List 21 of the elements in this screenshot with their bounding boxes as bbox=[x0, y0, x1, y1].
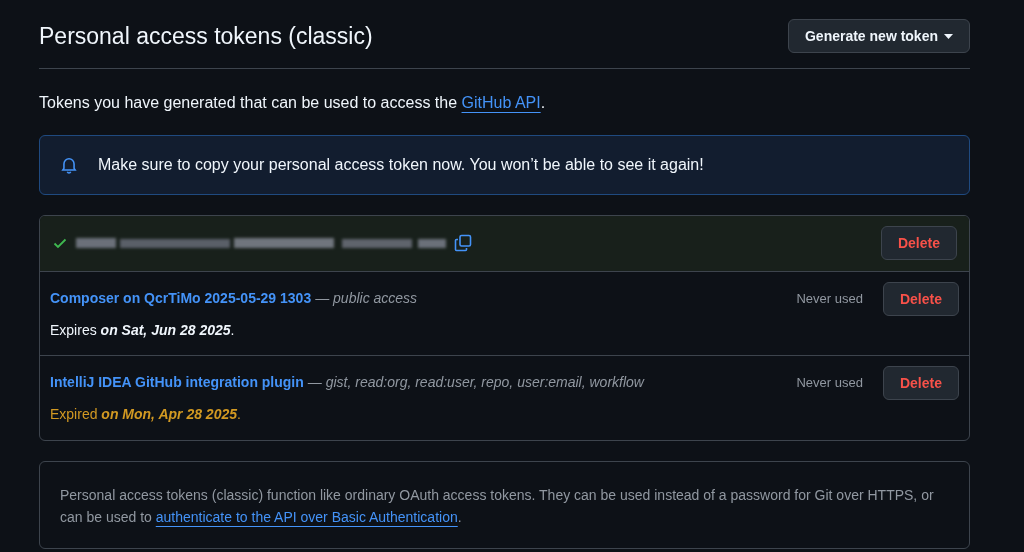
token-scopes: — gist, read:org, read:user, repo, user:email, workflow bbox=[307, 372, 644, 392]
info-text: Personal access tokens (classic) function like ordinary OAuth access tokens. They can be used instead of a password for Git over HTTPS, or can be used to authenticate to the API over Basic Authentication. bbox=[60, 485, 935, 527]
page-title: Personal access tokens (classic) bbox=[39, 22, 373, 51]
delete-button[interactable]: Delete bbox=[882, 281, 959, 316]
basic-auth-link[interactable]: authenticate to the API over Basic Authentication bbox=[155, 508, 458, 525]
token-expiry: Expired on Mon, Apr 28 2025. bbox=[50, 404, 242, 424]
token-name-link[interactable]: Composer on QcrTiMo 2025-05-29 1303 bbox=[50, 287, 312, 308]
usage-status: Never used bbox=[796, 289, 863, 308]
github-api-link[interactable]: GitHub API bbox=[461, 93, 541, 111]
caret-icon bbox=[944, 33, 953, 39]
alert-message: Make sure to copy your personal access token now. You won’t be able to see it again! bbox=[98, 154, 704, 175]
token-expiry: Expires on Sat, Jun 28 2025. bbox=[50, 320, 236, 340]
token-scopes: — public access bbox=[315, 288, 418, 308]
intro-text: Tokens you have generated that can be used to access the GitHub API. bbox=[39, 92, 547, 113]
bell-icon bbox=[60, 155, 78, 174]
copy-icon[interactable] bbox=[454, 234, 472, 252]
token-name-link[interactable]: IntelliJ IDEA GitHub integration plugin bbox=[50, 371, 304, 392]
generate-token-button[interactable]: Generate new token bbox=[787, 19, 970, 54]
delete-button[interactable]: Delete bbox=[882, 365, 959, 400]
usage-status: Never used bbox=[796, 373, 863, 392]
delete-button[interactable]: Delete bbox=[880, 226, 957, 260]
